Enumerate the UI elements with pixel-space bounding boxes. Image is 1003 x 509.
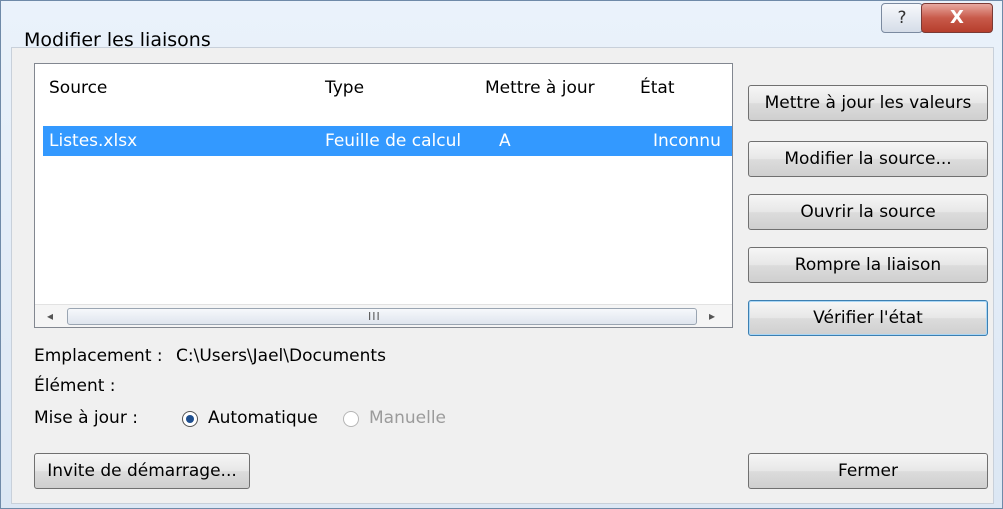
column-header-type[interactable]: Type bbox=[325, 64, 364, 98]
links-list[interactable]: Source Type Mettre à jour État Listes.xl… bbox=[34, 63, 733, 328]
update-values-button[interactable]: Mettre à jour les valeurs bbox=[748, 85, 988, 121]
row-type: Feuille de calcul bbox=[325, 131, 462, 151]
automatic-radio-label[interactable]: Automatique bbox=[208, 408, 318, 428]
location-label: Emplacement : bbox=[34, 346, 163, 366]
automatic-radio[interactable] bbox=[182, 411, 198, 427]
row-state: Inconnu bbox=[653, 131, 721, 151]
column-header-state[interactable]: État bbox=[640, 64, 675, 98]
scroll-right-icon[interactable]: ▸ bbox=[701, 305, 723, 327]
scroll-thumb[interactable]: III bbox=[67, 308, 697, 325]
item-label: Élément : bbox=[34, 376, 116, 396]
help-button[interactable]: ? bbox=[881, 3, 923, 33]
update-mode-label: Mise à jour : bbox=[34, 408, 138, 428]
row-update: A bbox=[499, 131, 511, 151]
edit-links-dialog: Modifier les liaisons ? X Source Type Me… bbox=[0, 0, 1003, 509]
scroll-grip-icon: III bbox=[368, 310, 381, 323]
change-source-button[interactable]: Modifier la source... bbox=[748, 141, 988, 177]
location-value: C:\Users\Jael\Documents bbox=[176, 346, 386, 366]
column-header-source[interactable]: Source bbox=[49, 64, 107, 98]
column-header-update[interactable]: Mettre à jour bbox=[485, 64, 595, 98]
manual-radio bbox=[343, 411, 359, 427]
list-header: Source Type Mettre à jour État bbox=[35, 64, 732, 98]
check-status-button[interactable]: Vérifier l'état bbox=[748, 300, 988, 336]
open-source-button[interactable]: Ouvrir la source bbox=[748, 194, 988, 230]
row-source: Listes.xlsx bbox=[49, 131, 138, 151]
scroll-left-icon[interactable]: ◂ bbox=[39, 305, 61, 327]
table-row[interactable]: Listes.xlsx Feuille de calcul A Inconnu bbox=[43, 126, 732, 156]
startup-prompt-button[interactable]: Invite de démarrage... bbox=[34, 453, 250, 489]
close-window-button[interactable]: X bbox=[921, 3, 993, 33]
horizontal-scrollbar[interactable]: ◂ III ▸ bbox=[35, 304, 732, 327]
break-link-button[interactable]: Rompre la liaison bbox=[748, 247, 988, 283]
close-button[interactable]: Fermer bbox=[748, 453, 988, 489]
manual-radio-label: Manuelle bbox=[369, 408, 446, 428]
